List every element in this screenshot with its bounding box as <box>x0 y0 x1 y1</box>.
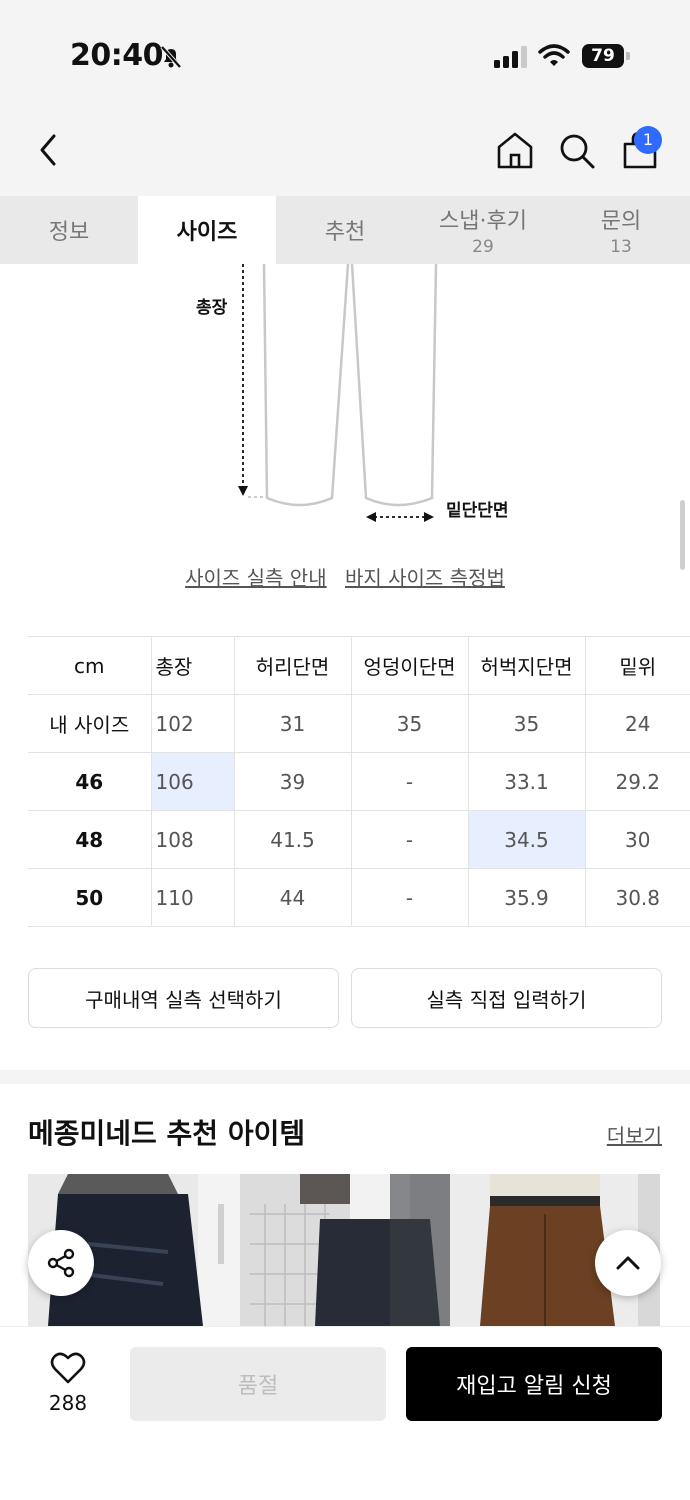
table-cell: 102 <box>151 694 235 753</box>
tab-count: 13 <box>610 237 632 257</box>
size-guide-links: 사이즈 실측 안내 바지 사이즈 측정법 <box>0 562 690 596</box>
cart-count-badge: 1 <box>634 126 662 154</box>
table-cell: 108 <box>151 810 235 869</box>
share-button[interactable] <box>28 1230 94 1296</box>
table-cell-highlight: 106 <box>151 752 235 811</box>
length-label: 총장 <box>196 298 228 318</box>
scrollbar[interactable] <box>680 500 685 570</box>
table-cell: - <box>351 810 469 869</box>
table-cell: 29.2 <box>585 752 690 811</box>
table-cell: 30.8 <box>585 868 690 927</box>
table-cell: 35.9 <box>468 868 586 927</box>
chevron-up-icon <box>616 1256 640 1270</box>
pants-measure-guide-link[interactable]: 바지 사이즈 측정법 <box>345 566 505 590</box>
like-button[interactable]: 288 <box>38 1351 98 1415</box>
tab-label: 스냅·후기 <box>439 209 527 234</box>
search-icon[interactable] <box>558 132 596 170</box>
product-image[interactable] <box>240 1174 450 1326</box>
tab-recommend[interactable]: 추천 <box>276 196 414 264</box>
table-cell-highlight: 34.5 <box>468 810 586 869</box>
tab-snap-review[interactable]: 스냅·후기 29 <box>414 196 552 264</box>
hem-label: 밑단단면 <box>446 501 509 521</box>
share-icon <box>47 1248 75 1278</box>
table-cell: - <box>351 868 469 927</box>
tab-inquiry[interactable]: 문의 13 <box>552 196 690 264</box>
restock-alert-button[interactable]: 재입고 알림 신청 <box>406 1347 662 1421</box>
tab-label: 사이즈 <box>176 220 238 245</box>
table-cell: 35 <box>351 694 469 753</box>
table-row: 46 106 39 - 33.1 29.2 <box>28 752 690 811</box>
table-cell: 30 <box>585 810 690 869</box>
bottom-action-bar: 288 품절 재입고 알림 신청 <box>0 1326 690 1500</box>
row-label: 48 <box>28 810 152 869</box>
table-cell: 35 <box>468 694 586 753</box>
like-count: 288 <box>48 1391 88 1415</box>
tab-info[interactable]: 정보 <box>0 196 138 264</box>
measurement-buttons: 구매내역 실측 선택하기 실측 직접 입력하기 <box>28 968 662 1028</box>
recommend-section-title: 메종미네드 추천 아이템 <box>28 1117 306 1150</box>
scroll-to-top-button[interactable] <box>595 1230 661 1296</box>
section-divider <box>0 1070 690 1084</box>
battery-level: 79 <box>582 44 624 68</box>
table-header-row: cm 총장 허리단면 엉덩이단면 허벅지단면 밑위 <box>28 636 690 695</box>
table-cell: 110 <box>151 868 235 927</box>
column-header: 밑위 <box>585 636 690 695</box>
tab-label: 추천 <box>324 220 366 245</box>
tab-size[interactable]: 사이즈 <box>138 196 276 264</box>
table-cell: 41.5 <box>234 810 352 869</box>
column-header: cm <box>28 636 152 695</box>
back-chevron-icon[interactable] <box>34 130 64 170</box>
table-cell: 31 <box>234 694 352 753</box>
heart-icon <box>50 1352 86 1384</box>
home-icon[interactable] <box>496 130 534 170</box>
table-cell: 44 <box>234 868 352 927</box>
table-cell: 24 <box>585 694 690 753</box>
table-row: 50 110 44 - 35.9 30.8 <box>28 868 690 927</box>
battery-icon: 79 <box>582 44 630 68</box>
section-tabs: 정보 사이즈 추천 스냅·후기 29 문의 13 <box>0 196 690 264</box>
cellular-signal-icon <box>494 46 527 68</box>
tab-count: 29 <box>472 237 494 257</box>
tab-label: 문의 <box>600 209 642 234</box>
status-time: 20:40 <box>70 38 164 73</box>
size-actual-guide-link[interactable]: 사이즈 실측 안내 <box>185 566 327 590</box>
manual-measure-input-button[interactable]: 실측 직접 입력하기 <box>351 968 662 1028</box>
pants-size-diagram: 총장 밑단단면 <box>196 264 509 522</box>
top-bar: 20:40 79 1 <box>0 0 690 196</box>
sold-out-button: 품절 <box>130 1347 386 1421</box>
row-label: 내 사이즈 <box>28 694 152 753</box>
tab-label: 정보 <box>48 220 90 245</box>
table-row: 48 108 41.5 - 34.5 30 <box>28 810 690 869</box>
table-cell: 33.1 <box>468 752 586 811</box>
size-table: cm 총장 허리단면 엉덩이단면 허벅지단면 밑위 내 사이즈 102 31 3… <box>28 636 690 927</box>
table-cell: - <box>351 752 469 811</box>
row-label: 46 <box>28 752 152 811</box>
bell-off-icon <box>160 45 182 69</box>
column-header: 총장 <box>151 636 235 695</box>
row-label: 50 <box>28 868 152 927</box>
recommend-product-carousel[interactable] <box>28 1174 690 1326</box>
table-cell: 39 <box>234 752 352 811</box>
recommend-more-link[interactable]: 더보기 <box>607 1120 662 1149</box>
column-header: 허벅지단면 <box>468 636 586 695</box>
column-header: 허리단면 <box>234 636 352 695</box>
table-row: 내 사이즈 102 31 35 35 24 <box>28 694 690 753</box>
wifi-icon <box>538 44 570 66</box>
purchase-history-measure-button[interactable]: 구매내역 실측 선택하기 <box>28 968 339 1028</box>
column-header: 엉덩이단면 <box>351 636 469 695</box>
